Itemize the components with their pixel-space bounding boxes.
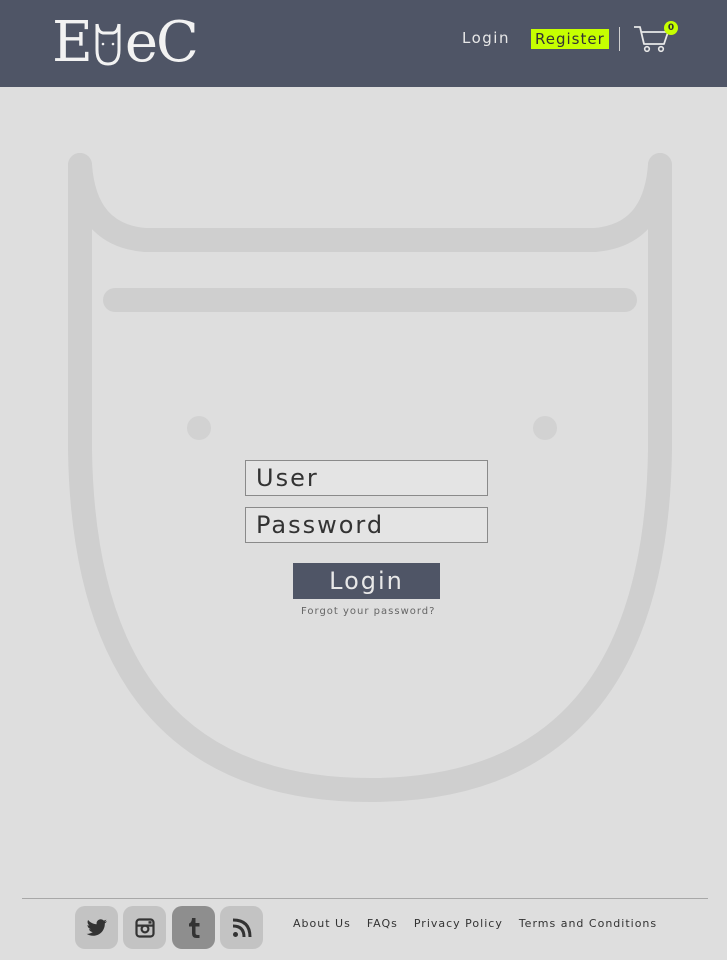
logo-letter-e: E — [52, 10, 93, 75]
tumblr-icon[interactable] — [172, 906, 215, 949]
footer-link-faqs[interactable]: FAQs — [367, 917, 398, 930]
header-bar: E eC Login Register 0 — [0, 0, 727, 87]
nav-login-link[interactable]: Login — [462, 29, 510, 47]
site-logo[interactable]: E eC — [52, 10, 199, 75]
forgot-password-link[interactable]: Forgot your password? — [301, 606, 435, 617]
cart-count-badge: 0 — [664, 21, 678, 35]
logo-letters-ec: eC — [124, 10, 199, 75]
footer-links: About Us FAQs Privacy Policy Terms and C… — [293, 917, 657, 930]
cat-logo-icon — [93, 20, 123, 68]
rss-icon[interactable] — [220, 906, 263, 949]
nav-register-button[interactable]: Register — [531, 29, 609, 49]
login-button[interactable]: Login — [293, 563, 440, 599]
footer-link-privacy[interactable]: Privacy Policy — [414, 917, 503, 930]
nav-divider — [619, 27, 620, 51]
footer-link-terms[interactable]: Terms and Conditions — [519, 917, 657, 930]
instagram-icon[interactable] — [123, 906, 166, 949]
footer-link-about[interactable]: About Us — [293, 917, 351, 930]
footer-divider — [22, 898, 708, 899]
twitter-icon[interactable] — [75, 906, 118, 949]
password-input[interactable] — [245, 507, 488, 543]
user-input[interactable] — [245, 460, 488, 496]
